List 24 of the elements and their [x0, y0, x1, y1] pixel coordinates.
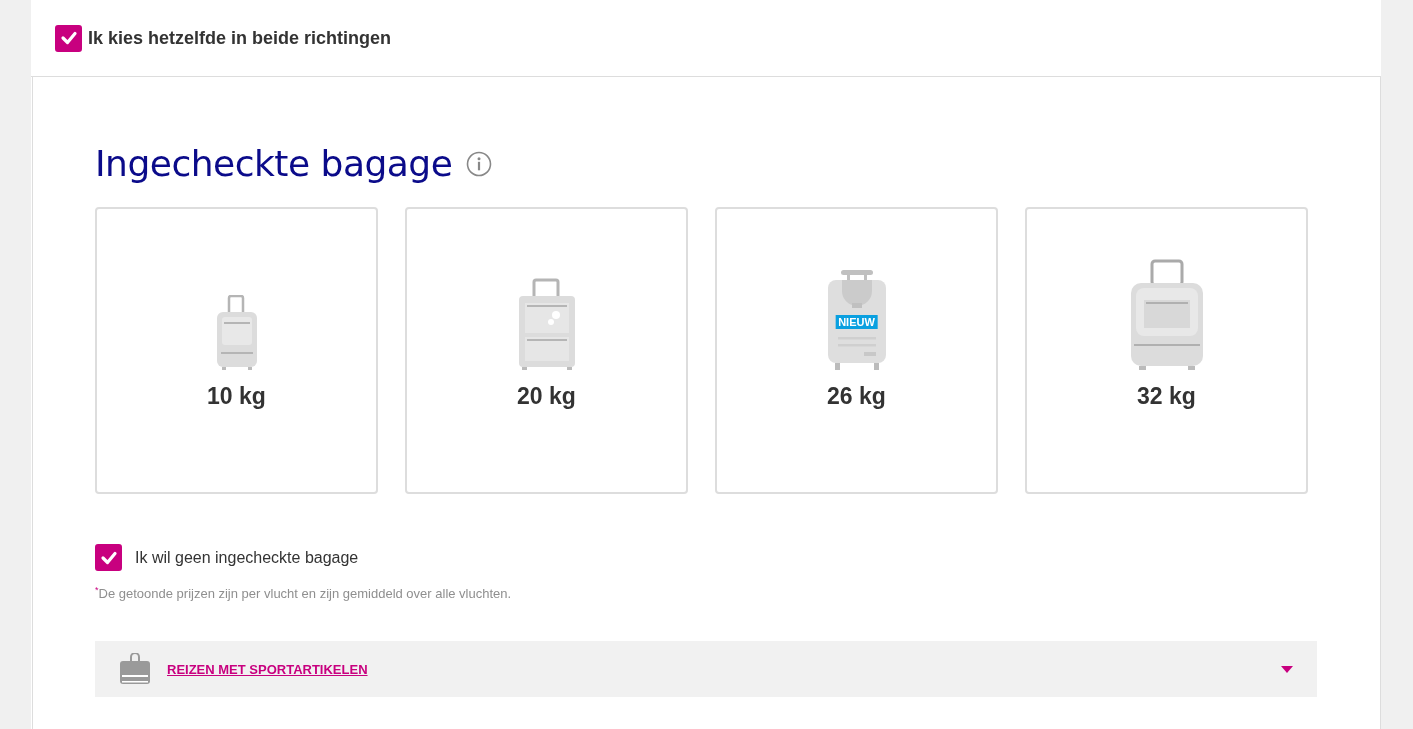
checkbox[interactable] — [95, 544, 122, 571]
sport-equipment-link[interactable]: REIZEN MET SPORTARTIKELEN — [167, 661, 368, 677]
section-title: Ingecheckte bagage — [95, 143, 453, 184]
baggage-option-card[interactable]: 10 kg — [95, 207, 378, 494]
suitcase-icon — [517, 277, 576, 371]
checkbox-label[interactable]: Ik wil geen ingecheckte bagage — [135, 548, 359, 567]
checkbox-label[interactable]: Ik kies hetzelfde in beide richtingen — [88, 27, 392, 49]
suitcase-icon — [826, 269, 887, 371]
baggage-weight: 26 kg — [827, 383, 886, 410]
accordion-header[interactable]: REIZEN MET SPORTARTIKELEN — [95, 641, 1317, 698]
baggage-weight: 10 kg — [207, 383, 266, 410]
suitcase-icon — [1129, 258, 1204, 371]
baggage-weight: 32 kg — [1137, 383, 1196, 410]
baggage-option-card[interactable]: 20 kg — [405, 207, 688, 494]
footnote: $^{*}$De getoonde prijzen zijn per vlucht en zijn gemiddeld over alle vluchten. — [95, 585, 513, 602]
new-badge: NIEUW — [835, 315, 878, 329]
checkbox[interactable] — [55, 24, 82, 52]
baggage-weight: 20 kg — [517, 383, 576, 410]
baggage-option-card[interactable]: NIEUW 26 kg — [715, 207, 998, 494]
suitcase-icon — [215, 295, 258, 371]
baggage-option-card[interactable]: 32 kg — [1025, 207, 1308, 494]
caret-icon[interactable] — [1281, 665, 1293, 673]
info-icon[interactable] — [466, 150, 493, 177]
bag-icon — [119, 653, 151, 686]
